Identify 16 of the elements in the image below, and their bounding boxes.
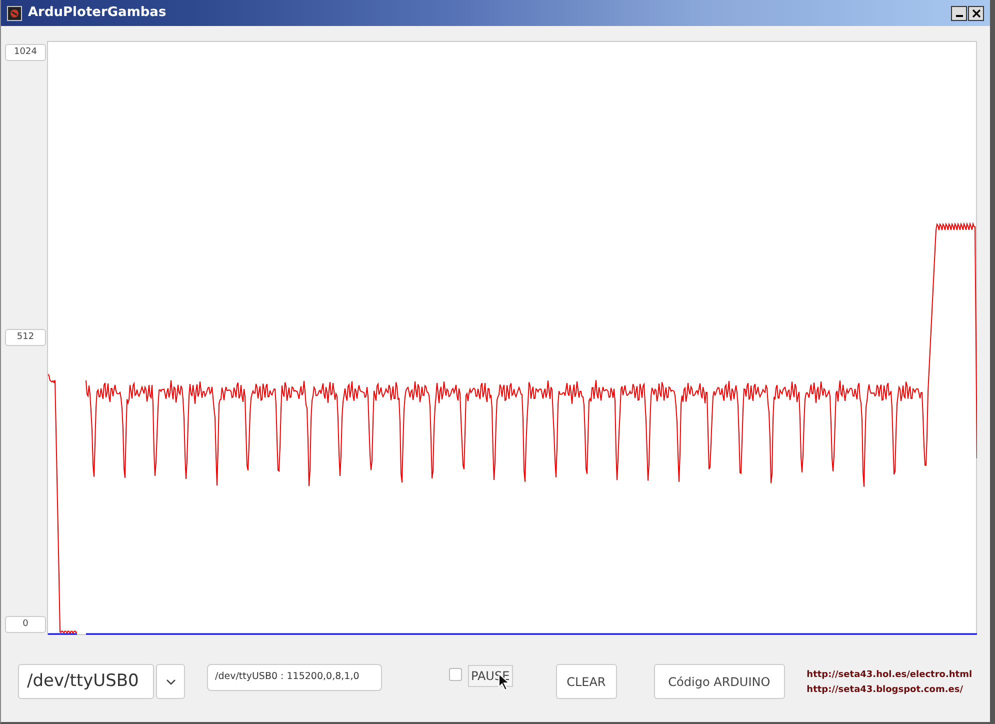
scale-label: 1024 xyxy=(5,44,46,61)
port-combo[interactable]: /dev/ttyUSB0 xyxy=(18,664,154,699)
action-button[interactable]: CLEAR xyxy=(556,664,617,699)
close-button[interactable] xyxy=(968,6,984,20)
chevron-down-icon xyxy=(166,678,176,684)
window-title: ArduPloterGambas xyxy=(28,4,166,22)
web-link[interactable]: http://seta43.hol.es/electro.html xyxy=(806,668,972,682)
scale-label: 0 xyxy=(5,616,46,633)
scale-label: 512 xyxy=(5,329,46,346)
action-button[interactable]: Código ARDUINO xyxy=(654,664,785,699)
pause-checkbox[interactable] xyxy=(449,668,462,681)
minimize-button[interactable] xyxy=(951,6,967,20)
web-link[interactable]: http://seta43.blogspot.com.es/ xyxy=(806,683,972,697)
app-icon xyxy=(7,6,22,20)
settings-field[interactable]: /dev/ttyUSB0 : 115200,0,8,1,0 xyxy=(207,664,382,691)
close-icon xyxy=(972,8,980,18)
